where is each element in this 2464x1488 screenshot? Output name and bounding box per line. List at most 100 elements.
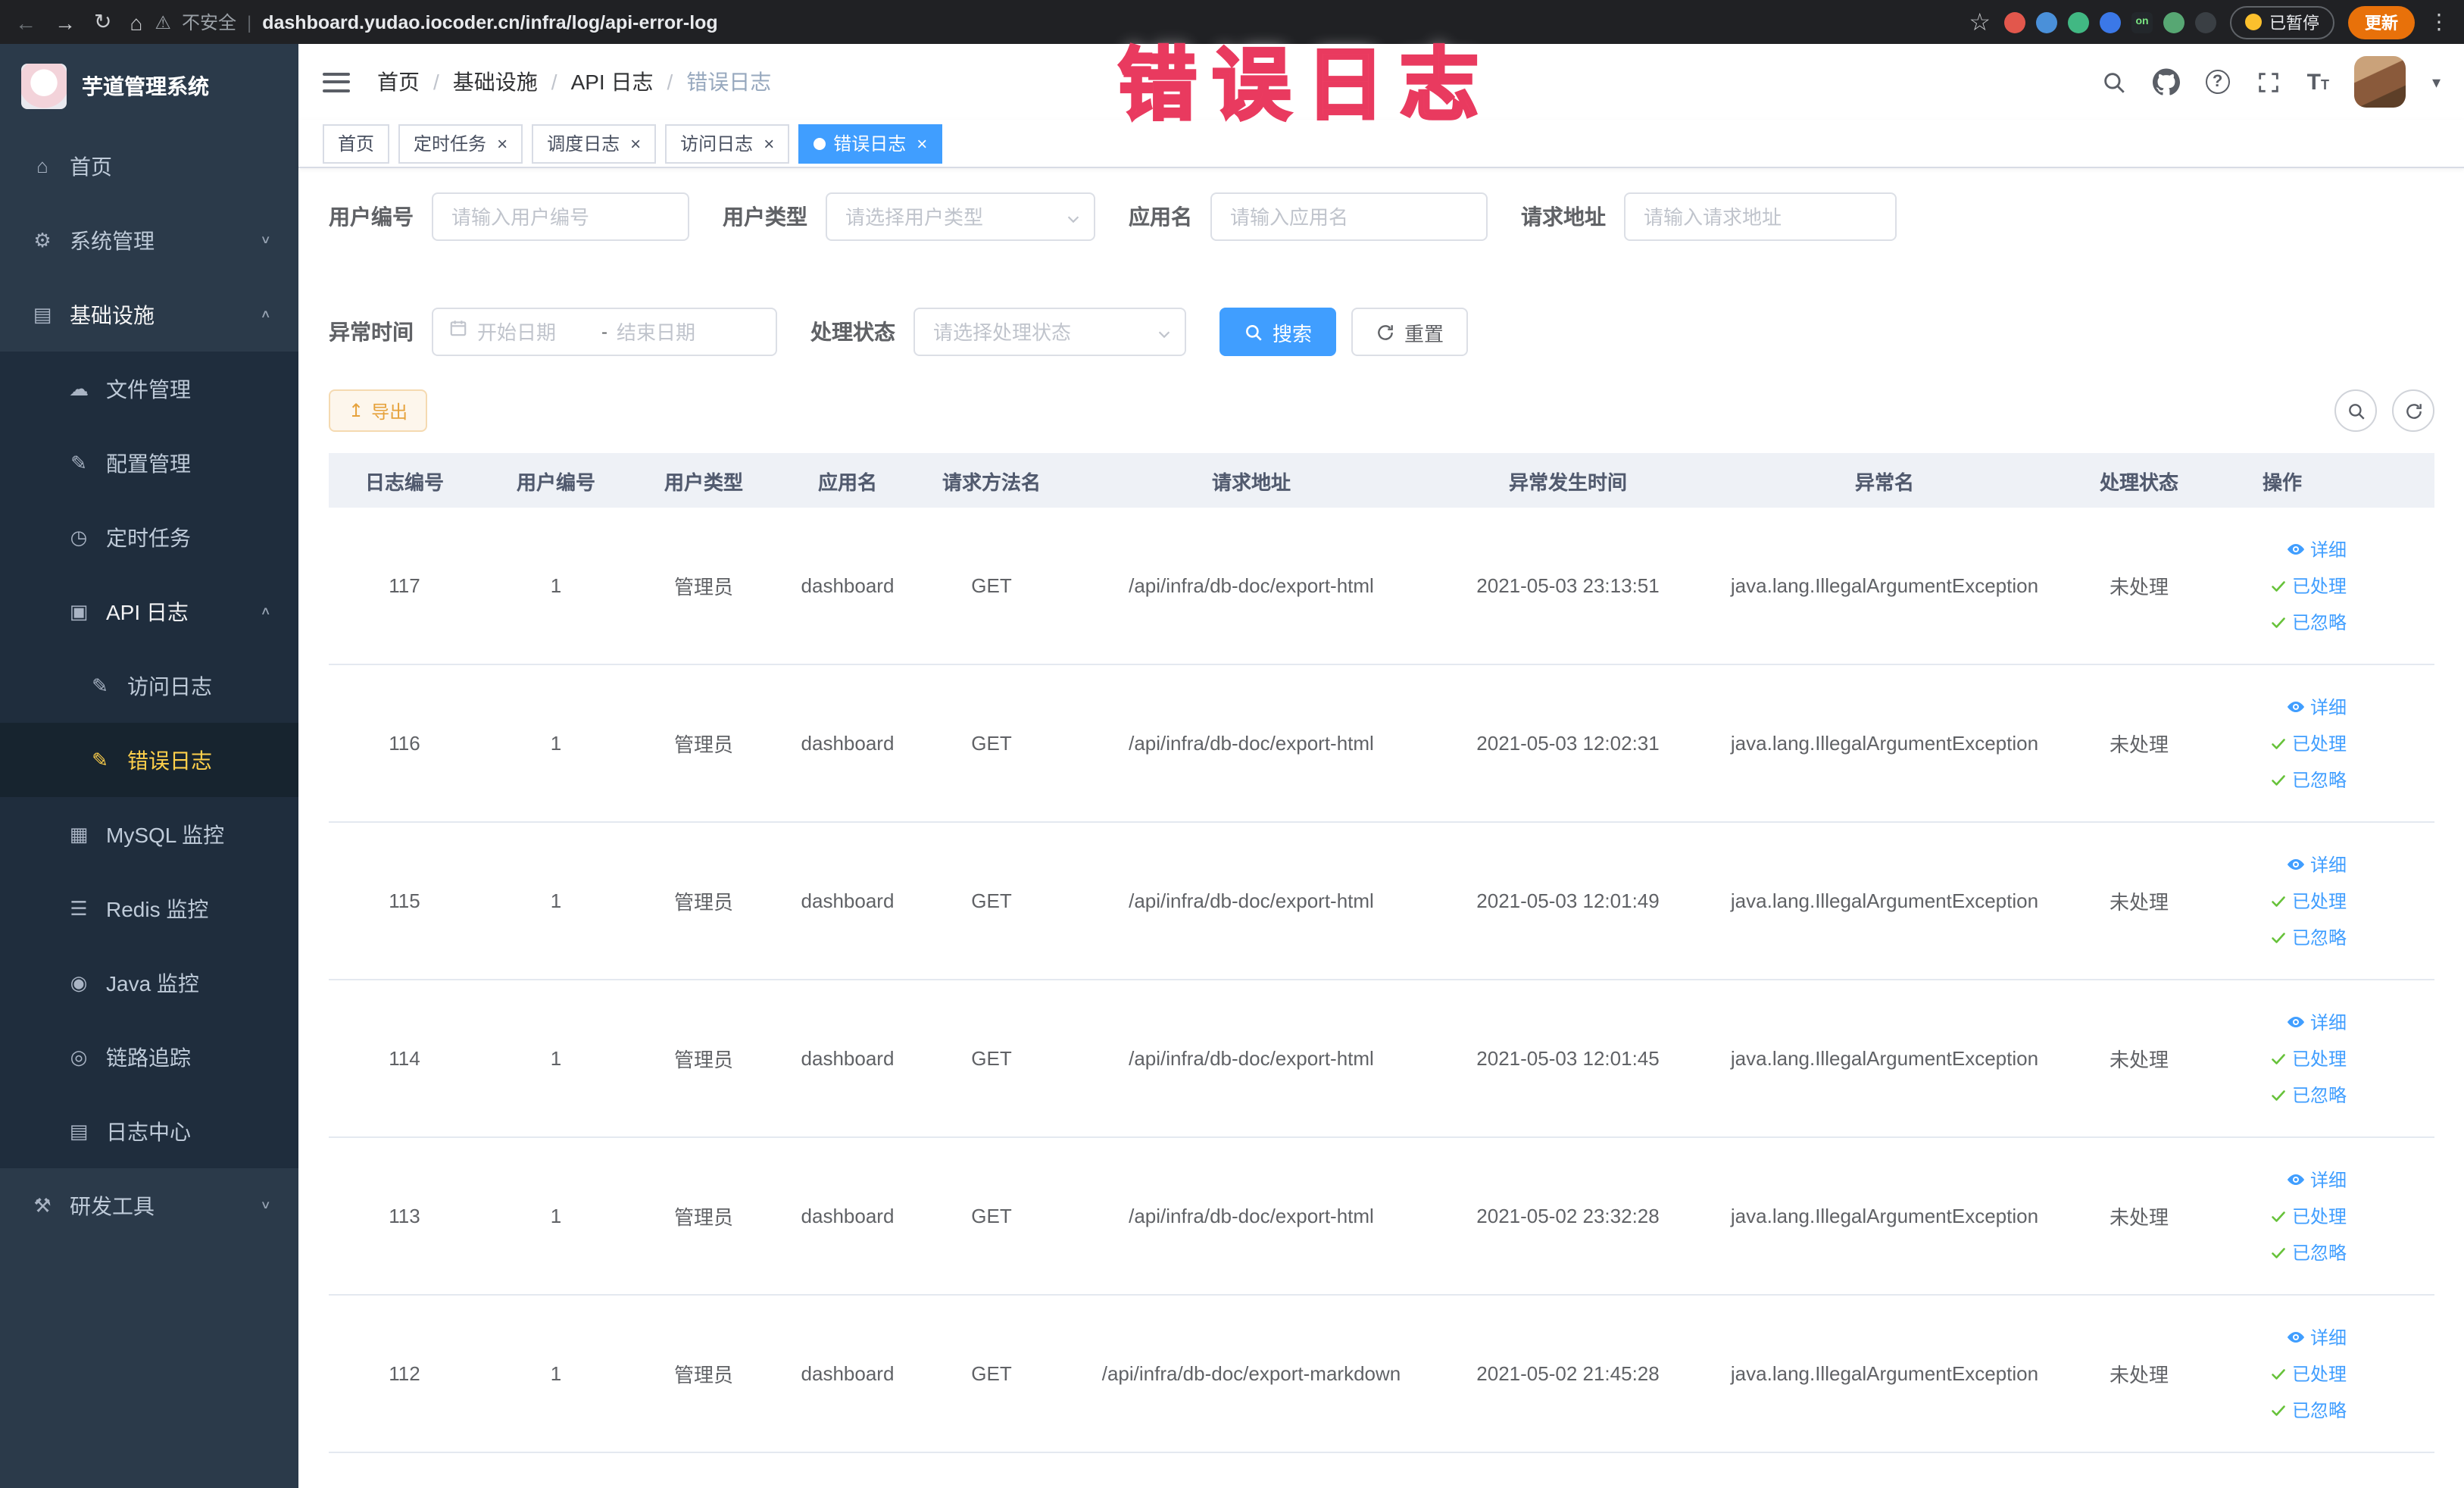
security-label[interactable]: 不安全 bbox=[182, 9, 236, 35]
reset-button[interactable]: 重置 bbox=[1351, 308, 1469, 356]
cell-time: 2021-05-02 23:32:28 bbox=[1476, 1205, 1660, 1227]
extension-icon-leaf[interactable] bbox=[2163, 11, 2184, 33]
address-bar[interactable]: ⚠ 不安全 | dashboard.yudao.iocoder.cn/infra… bbox=[155, 9, 1957, 35]
extension-icon-paw[interactable] bbox=[2195, 11, 2216, 33]
tag-view-tab[interactable]: 错误日志 × bbox=[798, 123, 943, 163]
tag-view-tab[interactable]: 调度日志 × bbox=[532, 123, 657, 163]
update-button[interactable]: 更新 bbox=[2348, 5, 2415, 39]
processed-link[interactable]: 已处理 bbox=[2269, 730, 2347, 756]
detail-link[interactable]: 详细 bbox=[2286, 694, 2347, 720]
detail-link[interactable]: 详细 bbox=[2286, 852, 2347, 877]
request-url-input[interactable] bbox=[1624, 192, 1897, 241]
fullscreen-icon[interactable] bbox=[2256, 69, 2281, 95]
sidebar-menu-item[interactable]: ⚒ 研发工具 ∨ bbox=[0, 1168, 298, 1243]
search-icon[interactable] bbox=[2101, 69, 2127, 95]
reload-icon[interactable]: ↻ bbox=[94, 9, 111, 35]
home-icon[interactable]: ⌂ bbox=[130, 10, 142, 34]
ignored-link[interactable]: 已忽略 bbox=[2269, 1082, 2347, 1108]
sidebar-menu-item[interactable]: ✎ 配置管理 bbox=[0, 426, 298, 500]
sidebar-menu-item[interactable]: ⌂ 首页 bbox=[0, 129, 298, 203]
breadcrumb-item-2[interactable]: 基础设施 bbox=[453, 67, 538, 97]
font-size-icon[interactable]: TT bbox=[2307, 69, 2329, 95]
sidebar-menu-item[interactable]: ▤ 基础设施 ∧ bbox=[0, 277, 298, 352]
hamburger-icon[interactable] bbox=[323, 72, 350, 92]
detail-link[interactable]: 详细 bbox=[2286, 1167, 2347, 1193]
close-tab-icon[interactable]: × bbox=[630, 134, 641, 152]
date-start-input[interactable] bbox=[477, 320, 592, 343]
sidebar-menu-item[interactable]: ⚙ 系统管理 ∨ bbox=[0, 203, 298, 277]
ignored-link[interactable]: 已忽略 bbox=[2269, 1397, 2347, 1423]
sidebar-menu-item[interactable]: ✎ 访问日志 bbox=[0, 649, 298, 723]
detail-link[interactable]: 详细 bbox=[2286, 1009, 2347, 1035]
tag-view-tab[interactable]: 首页 bbox=[323, 123, 390, 163]
paused-badge[interactable]: 已暂停 bbox=[2230, 5, 2334, 39]
sidebar-menu-item[interactable]: ◉ Java 监控 bbox=[0, 946, 298, 1020]
processed-link[interactable]: 已处理 bbox=[2269, 1361, 2347, 1386]
sidebar-menu-item[interactable]: ▣ API 日志 ∧ bbox=[0, 574, 298, 649]
breadcrumb-item-1[interactable]: 首页 bbox=[377, 67, 420, 97]
sidebar-menu-item[interactable]: ✎ 错误日志 bbox=[0, 723, 298, 797]
extension-icon-drop[interactable] bbox=[2036, 11, 2057, 33]
user-type-select[interactable] bbox=[826, 192, 1095, 241]
detail-link[interactable]: 详细 bbox=[2286, 1324, 2347, 1350]
avatar[interactable] bbox=[2354, 56, 2406, 108]
sidebar-menu-item[interactable]: ▦ MySQL 监控 bbox=[0, 797, 298, 871]
user-id-input[interactable] bbox=[432, 192, 689, 241]
processed-link[interactable]: 已处理 bbox=[2269, 1046, 2347, 1071]
help-icon[interactable]: ? bbox=[2205, 70, 2230, 94]
mysql-monitor-icon: ▦ bbox=[69, 822, 89, 845]
browser-menu-icon[interactable]: ⋮ bbox=[2428, 9, 2450, 35]
file-manage-icon: ☁ bbox=[69, 377, 89, 399]
sidebar-menu-item[interactable]: ☁ 文件管理 bbox=[0, 352, 298, 426]
processed-link[interactable]: 已处理 bbox=[2269, 888, 2347, 914]
refresh-button[interactable] bbox=[2392, 389, 2434, 432]
proxy-on-icon[interactable]: on bbox=[2131, 11, 2153, 33]
forward-icon[interactable]: → bbox=[55, 10, 76, 34]
app-name-input[interactable] bbox=[1210, 192, 1488, 241]
extension-icon-blue[interactable] bbox=[2100, 11, 2121, 33]
processed-link[interactable]: 已处理 bbox=[2269, 573, 2347, 599]
filter-exception-time: 异常时间 - bbox=[329, 308, 777, 356]
bookmark-star-icon[interactable]: ☆ bbox=[1969, 7, 1991, 37]
ignored-link[interactable]: 已忽略 bbox=[2269, 1239, 2347, 1265]
sidebar-menu-item[interactable]: ◎ 链路追踪 bbox=[0, 1020, 298, 1094]
tag-view-tab[interactable]: 访问日志 × bbox=[665, 123, 790, 163]
vue-devtools-icon[interactable] bbox=[2068, 11, 2089, 33]
column-header: 异常发生时间 bbox=[1508, 470, 1627, 493]
toggle-search-button[interactable] bbox=[2334, 389, 2377, 432]
date-range-picker[interactable]: - bbox=[432, 308, 777, 356]
close-tab-icon[interactable]: × bbox=[917, 134, 927, 152]
ignored-link[interactable]: 已忽略 bbox=[2269, 924, 2347, 950]
close-tab-icon[interactable]: × bbox=[764, 134, 774, 152]
ignored-link[interactable]: 已忽略 bbox=[2269, 767, 2347, 792]
sidebar-menu-item[interactable]: ☰ Redis 监控 bbox=[0, 871, 298, 946]
avatar-caret-icon[interactable]: ▾ bbox=[2432, 72, 2441, 92]
sidebar-menu-item[interactable]: ◷ 定时任务 bbox=[0, 500, 298, 574]
url-text[interactable]: dashboard.yudao.iocoder.cn/infra/log/api… bbox=[262, 11, 717, 33]
cell-user-type: 管理员 bbox=[673, 576, 733, 599]
process-status-select[interactable] bbox=[913, 308, 1186, 356]
cell-status: 未处理 bbox=[2109, 733, 2169, 756]
processed-link[interactable]: 已处理 bbox=[2269, 1203, 2347, 1229]
user-type-select-input[interactable] bbox=[826, 192, 1095, 241]
cell-actions: 详细 已处理 已忽略 bbox=[2206, 1009, 2359, 1108]
date-end-input[interactable] bbox=[617, 320, 732, 343]
tag-view-tab[interactable]: 定时任务 × bbox=[398, 123, 523, 163]
back-icon[interactable]: ← bbox=[15, 10, 36, 34]
sidebar-menu-item[interactable]: ▤ 日志中心 bbox=[0, 1094, 298, 1168]
user-id-label: 用户编号 bbox=[329, 205, 414, 229]
breadcrumb-item-3[interactable]: API 日志 bbox=[571, 67, 654, 97]
extension-icon-red[interactable] bbox=[2004, 11, 2025, 33]
sidebar-item-label: 链路追踪 bbox=[106, 1045, 191, 1069]
cell-exception: java.lang.IllegalArgumentException bbox=[1730, 1205, 2039, 1227]
column-header: 操作 bbox=[2262, 470, 2302, 493]
process-status-select-input[interactable] bbox=[913, 308, 1186, 356]
search-button[interactable]: 搜索 bbox=[1220, 308, 1337, 356]
detail-link[interactable]: 详细 bbox=[2286, 536, 2347, 562]
cell-log-id: 113 bbox=[389, 1205, 420, 1227]
close-tab-icon[interactable]: × bbox=[497, 134, 507, 152]
export-button[interactable]: ↥ 导出 bbox=[329, 389, 428, 432]
github-icon[interactable] bbox=[2152, 68, 2180, 95]
cell-request-url: /api/infra/db-doc/export-html bbox=[1129, 889, 1374, 912]
ignored-link[interactable]: 已忽略 bbox=[2269, 609, 2347, 635]
